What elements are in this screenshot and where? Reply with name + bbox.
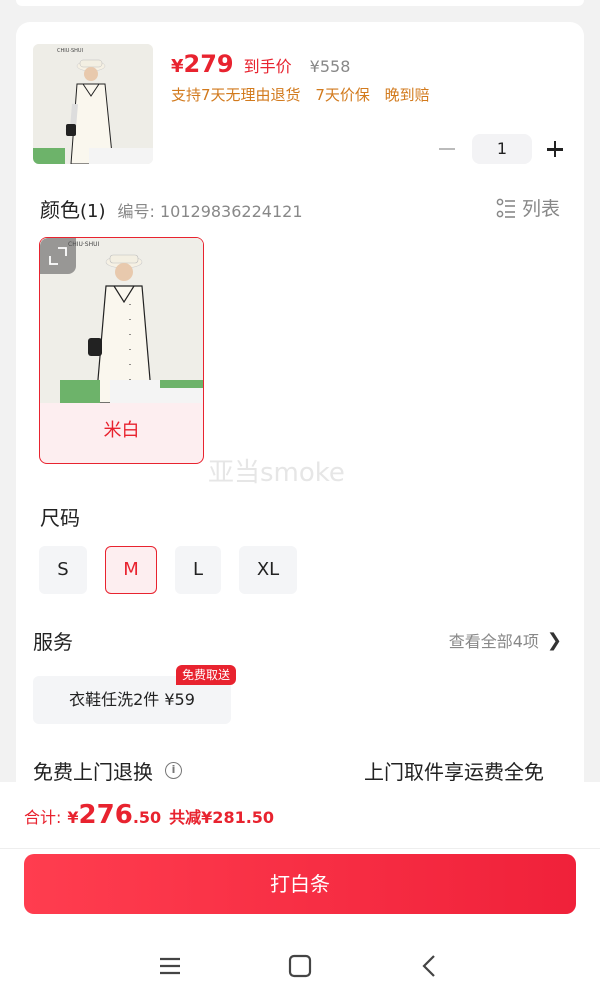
order-total: 合计: ¥ 276 .50 共减¥281.50 — [24, 800, 274, 830]
final-price: 279 — [183, 50, 234, 78]
color-option-label: 米白 — [103, 420, 140, 441]
system-navigation-bar — [0, 932, 600, 1004]
perk-return: 支持7天无理由退货 — [171, 86, 301, 104]
service-title: 服务 — [33, 630, 73, 654]
total-amount-integer: 276 — [78, 800, 133, 830]
size-title: 尺码 — [40, 506, 80, 530]
expand-image-button[interactable] — [40, 238, 76, 274]
size-option-l[interactable]: L — [175, 546, 221, 594]
list-icon — [496, 198, 515, 218]
size-option-m[interactable]: M — [105, 546, 157, 594]
free-return-title: 免费上门退换 — [33, 760, 153, 782]
free-return-note: 上门取件享运费全免 — [364, 760, 544, 782]
footer-divider — [0, 848, 600, 849]
size-option-s[interactable]: S — [39, 546, 87, 594]
size-option-xl[interactable]: XL — [239, 546, 297, 594]
increase-quantity-button[interactable] — [544, 138, 566, 160]
expand-icon — [49, 247, 67, 265]
watermark: 亚当smoke — [208, 458, 345, 488]
color-option-offwhite[interactable]: CHIU·SHUI 米白 — [39, 237, 204, 464]
perk-late-compensation: 晚到赔 — [384, 86, 430, 104]
product-thumbnail[interactable]: CHIU·SHUI — [33, 44, 153, 164]
currency-symbol: ¥ — [171, 56, 184, 77]
service-perks: 支持7天无理由退货 7天价保 晚到赔 — [171, 84, 440, 105]
total-savings: 共减¥281.50 — [169, 808, 275, 827]
quantity-input[interactable]: 1 — [472, 134, 532, 164]
menu-icon[interactable] — [156, 952, 184, 980]
free-return-row: 免费上门退换 i — [33, 756, 182, 782]
total-label: 合计: — [24, 808, 62, 827]
list-view-toggle[interactable]: 列表 — [496, 194, 560, 221]
previous-card-edge — [16, 0, 584, 6]
sku-selector-sheet: CHIU·SHUI ¥ 279 到手价 ¥558 支持7天无理由退货 7天价保 … — [16, 22, 584, 782]
sku-number: 编号: 10129836224121 — [117, 202, 303, 221]
perk-price-protect: 7天价保 — [315, 86, 370, 104]
back-icon[interactable] — [416, 952, 444, 980]
size-options: S M L XL — [39, 546, 315, 594]
price-line: ¥ 279 到手价 ¥558 — [171, 50, 350, 80]
chevron-right-icon: ❯ — [546, 629, 562, 651]
decrease-quantity-button[interactable] — [436, 138, 458, 160]
pay-with-baitiao-button[interactable]: 打白条 — [24, 854, 576, 914]
list-view-label: 列表 — [521, 198, 560, 220]
info-icon[interactable]: i — [165, 762, 182, 779]
service-view-all[interactable]: 查看全部4项 ❯ — [449, 628, 562, 652]
home-icon[interactable] — [286, 952, 314, 980]
free-pickup-tag: 免费取送 — [176, 665, 237, 685]
original-price: ¥558 — [309, 57, 351, 76]
total-currency: ¥ — [67, 808, 79, 827]
checkout-footer: 合计: ¥ 276 .50 共减¥281.50 打白条 — [0, 782, 600, 1004]
final-price-label: 到手价 — [243, 57, 292, 76]
color-count: (1) — [80, 201, 106, 222]
svg-text:CHIU·SHUI: CHIU·SHUI — [57, 48, 83, 54]
quantity-stepper: 1 — [436, 134, 566, 164]
service-view-all-label: 查看全部4项 — [448, 632, 539, 651]
color-section-header: 颜色 (1) 编号: 10129836224121 — [40, 194, 303, 223]
color-title: 颜色 — [40, 198, 80, 222]
total-amount-decimal: .50 — [132, 808, 162, 827]
